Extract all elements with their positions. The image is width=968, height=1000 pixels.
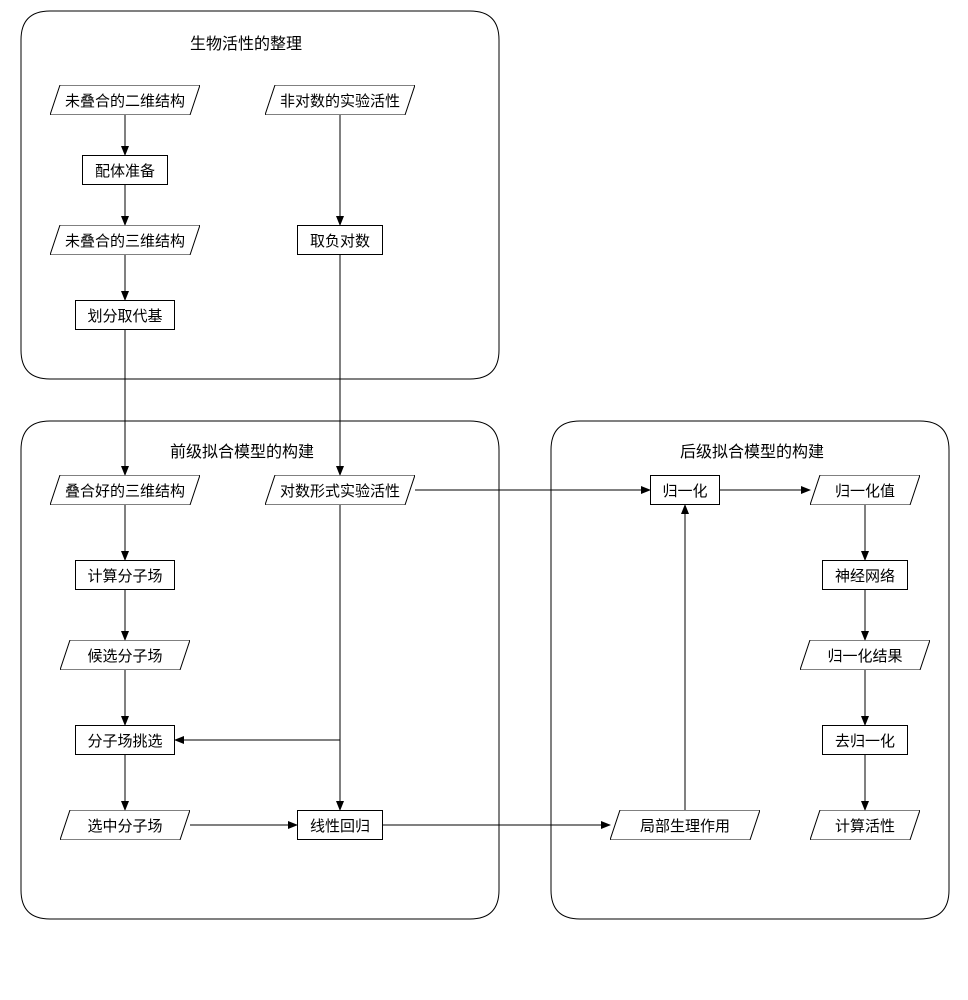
node-normalize: 归一化 [650,475,720,505]
node-substituent-label: 划分取代基 [87,305,162,326]
panel-title-bioactivity: 生物活性的整理 [190,30,302,54]
node-norm-value: 归一化值 [810,475,920,505]
node-log-exp-label: 对数形式实验活性 [280,480,400,501]
node-unaligned-2d: 未叠合的二维结构 [50,85,200,115]
node-calc-activity: 计算活性 [810,810,920,840]
node-calc-activity-label: 计算活性 [835,815,895,836]
node-nonlog-exp: 非对数的实验活性 [265,85,415,115]
node-denorm: 去归一化 [822,725,908,755]
node-ligand-prep-label: 配体准备 [95,160,155,181]
node-selected-field: 选中分子场 [60,810,190,840]
node-normalize-label: 归一化 [662,480,707,501]
node-norm-value-label: 归一化值 [835,480,895,501]
node-nonlog-exp-label: 非对数的实验活性 [280,90,400,111]
panel-title-prefit: 前级拟合模型的构建 [170,438,314,462]
node-unaligned-3d-label: 未叠合的三维结构 [65,230,185,251]
node-cand-field-label: 候选分子场 [87,645,162,666]
node-aligned-3d: 叠合好的三维结构 [50,475,200,505]
node-calc-field: 计算分子场 [75,560,175,590]
node-unaligned-2d-label: 未叠合的二维结构 [65,90,185,111]
node-neg-log-label: 取负对数 [310,230,370,251]
panel-title-postfit: 后级拟合模型的构建 [680,438,824,462]
node-nn: 神经网络 [822,560,908,590]
node-norm-result: 归一化结果 [800,640,930,670]
node-linear-reg-label: 线性回归 [310,815,370,836]
node-unaligned-3d: 未叠合的三维结构 [50,225,200,255]
node-norm-result-label: 归一化结果 [827,645,902,666]
node-aligned-3d-label: 叠合好的三维结构 [65,480,185,501]
node-log-exp: 对数形式实验活性 [265,475,415,505]
node-nn-label: 神经网络 [835,565,895,586]
node-cand-field: 候选分子场 [60,640,190,670]
node-ligand-prep: 配体准备 [82,155,168,185]
node-neg-log: 取负对数 [297,225,383,255]
node-field-select: 分子场挑选 [75,725,175,755]
node-field-select-label: 分子场挑选 [87,730,162,751]
node-denorm-label: 去归一化 [835,730,895,751]
node-linear-reg: 线性回归 [297,810,383,840]
node-local-phys: 局部生理作用 [610,810,760,840]
node-substituent: 划分取代基 [75,300,175,330]
node-local-phys-label: 局部生理作用 [640,815,730,836]
node-calc-field-label: 计算分子场 [87,565,162,586]
node-selected-field-label: 选中分子场 [87,815,162,836]
